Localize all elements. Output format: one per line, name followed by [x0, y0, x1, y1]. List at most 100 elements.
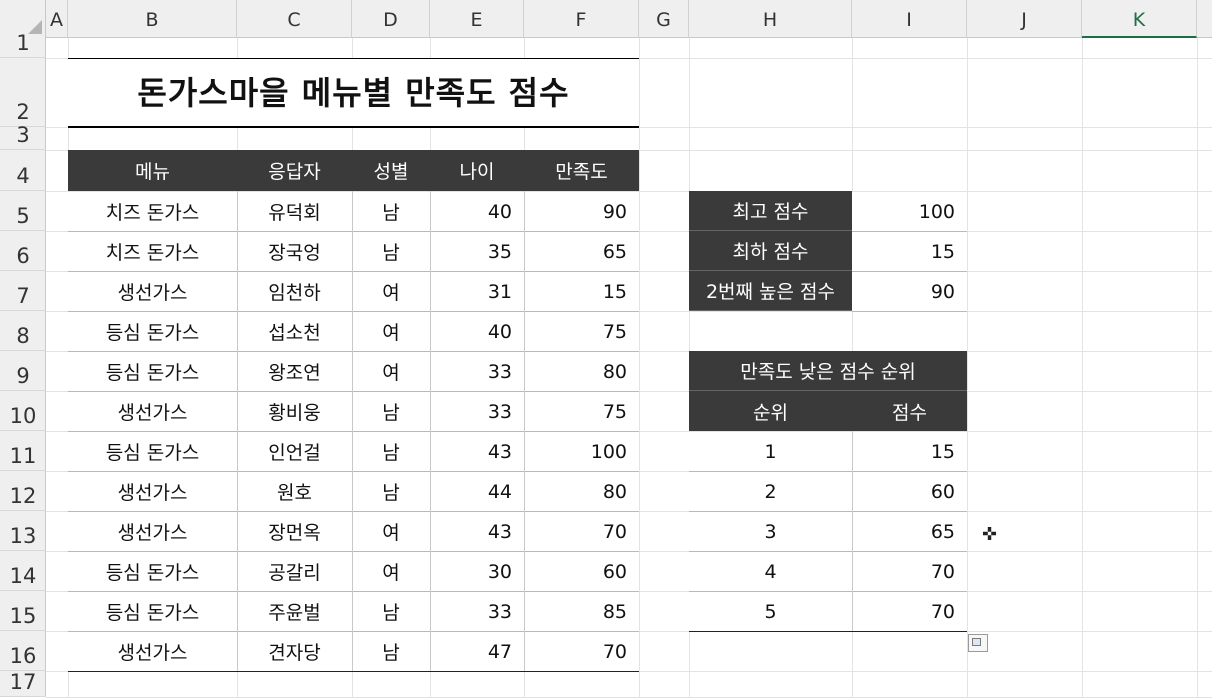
- stat-value[interactable]: 90: [852, 272, 967, 311]
- table-cell[interactable]: 100: [524, 432, 639, 471]
- table-cell[interactable]: 80: [524, 352, 639, 391]
- rank-score-cell[interactable]: 60: [852, 472, 967, 511]
- table-cell[interactable]: 등심 돈가스: [68, 312, 237, 351]
- table-cell[interactable]: 40: [430, 312, 524, 351]
- table-cell[interactable]: 31: [430, 272, 524, 311]
- table-cell[interactable]: 47: [430, 632, 524, 671]
- row-header-11[interactable]: 11: [0, 431, 46, 471]
- table-cell[interactable]: 85: [524, 592, 639, 631]
- stat-value[interactable]: 100: [852, 192, 967, 231]
- rank-score-cell[interactable]: 65: [852, 512, 967, 551]
- row-header-8[interactable]: 8: [0, 311, 46, 351]
- column-header-e[interactable]: E: [430, 0, 524, 38]
- table-cell[interactable]: 남: [352, 432, 430, 471]
- table-header-cell[interactable]: 나이: [430, 150, 524, 191]
- row-header-17[interactable]: 17: [0, 670, 46, 697]
- sheet-title[interactable]: 돈가스마을 메뉴별 만족도 점수: [68, 58, 639, 128]
- column-header-k[interactable]: K: [1082, 0, 1197, 38]
- table-cell[interactable]: 인언걸: [237, 432, 352, 471]
- table-header-cell[interactable]: 메뉴: [68, 150, 237, 191]
- table-cell[interactable]: 등심 돈가스: [68, 432, 237, 471]
- rank-cell[interactable]: 2: [689, 472, 852, 511]
- table-cell[interactable]: 15: [524, 272, 639, 311]
- table-cell[interactable]: 75: [524, 312, 639, 351]
- table-cell[interactable]: 생선가스: [68, 632, 237, 671]
- table-cell[interactable]: 생선가스: [68, 272, 237, 311]
- table-cell[interactable]: 여: [352, 272, 430, 311]
- row-header-10[interactable]: 10: [0, 391, 46, 431]
- table-cell[interactable]: 여: [352, 552, 430, 591]
- row-header-3[interactable]: 3: [0, 123, 46, 150]
- table-cell[interactable]: 75: [524, 392, 639, 431]
- row-header-6[interactable]: 6: [0, 231, 46, 271]
- row-header-2[interactable]: 2: [0, 58, 46, 127]
- rank-header-cell[interactable]: 순위: [689, 391, 852, 431]
- table-cell[interactable]: 남: [352, 192, 430, 231]
- table-cell[interactable]: 생선가스: [68, 472, 237, 511]
- table-cell[interactable]: 43: [430, 432, 524, 471]
- paste-options-button[interactable]: [968, 634, 988, 652]
- table-cell[interactable]: 섭소천: [237, 312, 352, 351]
- table-cell[interactable]: 장먼옥: [237, 512, 352, 551]
- row-header-14[interactable]: 14: [0, 551, 46, 591]
- table-cell[interactable]: 33: [430, 352, 524, 391]
- table-cell[interactable]: 여: [352, 352, 430, 391]
- column-header-h[interactable]: H: [689, 0, 852, 38]
- table-cell[interactable]: 40: [430, 192, 524, 231]
- table-cell[interactable]: 33: [430, 592, 524, 631]
- table-cell[interactable]: 남: [352, 392, 430, 431]
- row-header-5[interactable]: 5: [0, 191, 46, 231]
- table-cell[interactable]: 60: [524, 552, 639, 591]
- table-cell[interactable]: 44: [430, 472, 524, 511]
- table-cell[interactable]: 80: [524, 472, 639, 511]
- table-cell[interactable]: 임천하: [237, 272, 352, 311]
- stat-label[interactable]: 최하 점수: [689, 231, 852, 271]
- table-cell[interactable]: 남: [352, 632, 430, 671]
- stat-label[interactable]: 최고 점수: [689, 191, 852, 231]
- table-cell[interactable]: 원호: [237, 472, 352, 511]
- row-header-4[interactable]: 4: [0, 150, 46, 191]
- table-cell[interactable]: 치즈 돈가스: [68, 192, 237, 231]
- column-header-a[interactable]: A: [46, 0, 68, 38]
- table-cell[interactable]: 유덕회: [237, 192, 352, 231]
- table-cell[interactable]: 65: [524, 232, 639, 271]
- row-header-12[interactable]: 12: [0, 471, 46, 511]
- column-header-i[interactable]: I: [852, 0, 967, 38]
- table-cell[interactable]: 남: [352, 472, 430, 511]
- column-header-d[interactable]: D: [352, 0, 430, 38]
- stat-value[interactable]: 15: [852, 232, 967, 271]
- table-cell[interactable]: 생선가스: [68, 512, 237, 551]
- table-cell[interactable]: 공갈리: [237, 552, 352, 591]
- column-header-c[interactable]: C: [237, 0, 352, 38]
- row-header-9[interactable]: 9: [0, 351, 46, 391]
- table-cell[interactable]: 견자당: [237, 632, 352, 671]
- table-cell[interactable]: 90: [524, 192, 639, 231]
- table-cell[interactable]: 장국엉: [237, 232, 352, 271]
- rank-score-cell[interactable]: 15: [852, 432, 967, 471]
- column-header-b[interactable]: B: [68, 0, 237, 38]
- table-cell[interactable]: 생선가스: [68, 392, 237, 431]
- table-cell[interactable]: 35: [430, 232, 524, 271]
- table-cell[interactable]: 43: [430, 512, 524, 551]
- table-cell[interactable]: 남: [352, 232, 430, 271]
- table-cell[interactable]: 황비웅: [237, 392, 352, 431]
- row-header-16[interactable]: 16: [0, 631, 46, 671]
- table-cell[interactable]: 70: [524, 632, 639, 671]
- table-cell[interactable]: 왕조연: [237, 352, 352, 391]
- table-header-cell[interactable]: 응답자: [237, 150, 352, 191]
- table-header-cell[interactable]: 성별: [352, 150, 430, 191]
- table-cell[interactable]: 여: [352, 312, 430, 351]
- table-cell[interactable]: 30: [430, 552, 524, 591]
- column-header-j[interactable]: J: [967, 0, 1082, 38]
- table-cell[interactable]: 등심 돈가스: [68, 352, 237, 391]
- stat-label[interactable]: 2번째 높은 점수: [689, 271, 852, 311]
- table-cell[interactable]: 남: [352, 592, 430, 631]
- table-cell[interactable]: 여: [352, 512, 430, 551]
- table-cell[interactable]: 주윤벌: [237, 592, 352, 631]
- rank-header-cell[interactable]: 점수: [852, 391, 967, 431]
- table-cell[interactable]: 등심 돈가스: [68, 592, 237, 631]
- rank-cell[interactable]: 5: [689, 592, 852, 631]
- table-cell[interactable]: 치즈 돈가스: [68, 232, 237, 271]
- table-cell[interactable]: 70: [524, 512, 639, 551]
- table-cell[interactable]: 등심 돈가스: [68, 552, 237, 591]
